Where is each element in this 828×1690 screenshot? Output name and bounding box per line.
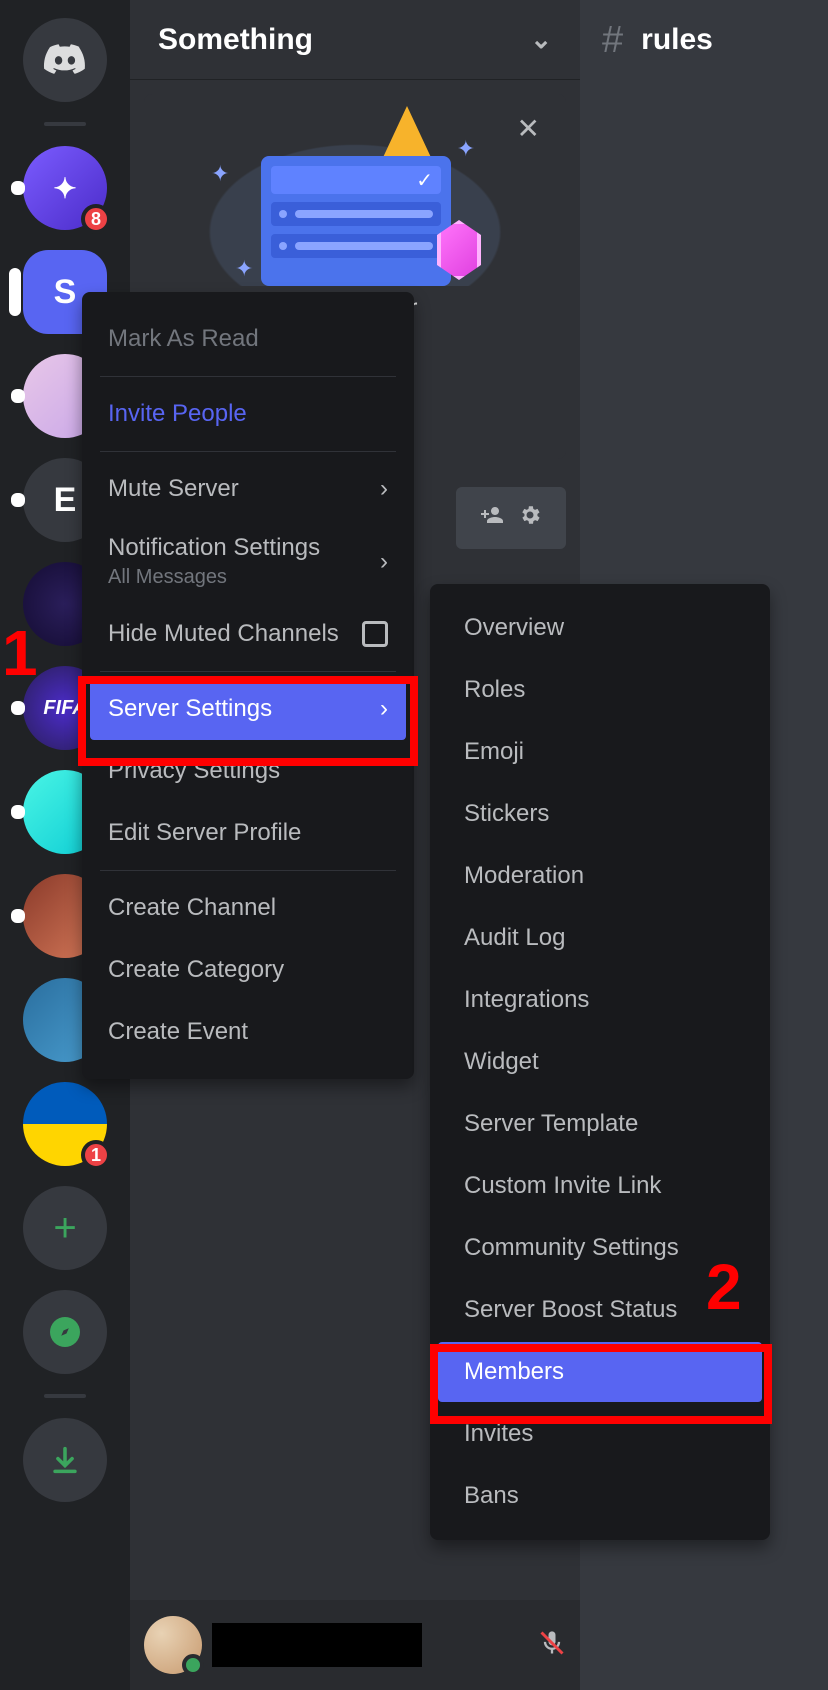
menu-server-settings[interactable]: Server Settings › bbox=[90, 678, 406, 740]
unread-pill bbox=[11, 909, 25, 923]
submenu-custom-invite-link[interactable]: Custom Invite Link bbox=[438, 1156, 762, 1216]
gear-icon[interactable] bbox=[518, 503, 542, 534]
add-server-button[interactable]: + bbox=[23, 1186, 107, 1270]
compass-icon bbox=[47, 1314, 83, 1350]
menu-create-category[interactable]: Create Category bbox=[90, 939, 406, 1001]
menu-label: Server Settings bbox=[108, 695, 272, 723]
submenu-server-template[interactable]: Server Template bbox=[438, 1094, 762, 1154]
unread-pill bbox=[11, 181, 25, 195]
submenu-widget[interactable]: Widget bbox=[438, 1032, 762, 1092]
menu-edit-server-profile[interactable]: Edit Server Profile bbox=[90, 802, 406, 864]
chevron-right-icon: › bbox=[380, 475, 388, 503]
annotation-label-2: 2 bbox=[706, 1250, 742, 1324]
menu-privacy-settings[interactable]: Privacy Settings bbox=[90, 740, 406, 802]
user-avatar[interactable] bbox=[144, 1616, 202, 1674]
unread-pill bbox=[11, 493, 25, 507]
chevron-right-icon: › bbox=[380, 548, 388, 576]
explore-servers-button[interactable] bbox=[23, 1290, 107, 1374]
server-icon[interactable]: ✦ 8 bbox=[23, 146, 107, 230]
server-initial: E bbox=[54, 481, 77, 520]
submenu-bans[interactable]: Bans bbox=[438, 1466, 762, 1526]
submenu-emoji[interactable]: Emoji bbox=[438, 722, 762, 782]
dm-home-icon[interactable] bbox=[23, 18, 107, 102]
chevron-right-icon: › bbox=[380, 695, 388, 723]
rail-divider bbox=[44, 1394, 86, 1398]
download-apps-button[interactable] bbox=[23, 1418, 107, 1502]
server-initial: S bbox=[54, 273, 77, 312]
menu-mute-server[interactable]: Mute Server › bbox=[90, 458, 406, 520]
server-initial: FIFA bbox=[43, 697, 86, 720]
menu-notification-settings[interactable]: Notification Settings All Messages › bbox=[90, 520, 406, 603]
server-icon[interactable]: 1 bbox=[23, 1082, 107, 1166]
menu-invite-people[interactable]: Invite People bbox=[90, 383, 406, 445]
channel-name: rules bbox=[641, 23, 713, 57]
server-settings-submenu: Overview Roles Emoji Stickers Moderation… bbox=[430, 584, 770, 1540]
submenu-members[interactable]: Members bbox=[438, 1342, 762, 1402]
boost-illustration: ✓ ✦ ✦ ✦ bbox=[205, 106, 505, 286]
user-panel bbox=[130, 1600, 580, 1690]
mention-badge: 1 bbox=[81, 1140, 111, 1170]
submenu-stickers[interactable]: Stickers bbox=[438, 784, 762, 844]
submenu-moderation[interactable]: Moderation bbox=[438, 846, 762, 906]
close-icon[interactable]: ✕ bbox=[517, 112, 540, 145]
mention-badge: 8 bbox=[81, 204, 111, 234]
menu-sublabel: All Messages bbox=[108, 566, 320, 589]
unread-pill bbox=[11, 389, 25, 403]
submenu-roles[interactable]: Roles bbox=[438, 660, 762, 720]
selected-pill bbox=[9, 268, 21, 316]
add-member-icon[interactable] bbox=[480, 503, 504, 534]
menu-separator bbox=[100, 870, 396, 871]
redacted-username bbox=[212, 1623, 422, 1667]
checkbox-icon bbox=[362, 621, 388, 647]
submenu-invites[interactable]: Invites bbox=[438, 1404, 762, 1464]
submenu-audit-log[interactable]: Audit Log bbox=[438, 908, 762, 968]
menu-hide-muted[interactable]: Hide Muted Channels bbox=[90, 603, 406, 665]
channel-actions bbox=[456, 487, 566, 549]
unread-pill bbox=[11, 701, 25, 715]
status-online-icon bbox=[182, 1654, 204, 1676]
menu-create-channel[interactable]: Create Channel bbox=[90, 877, 406, 939]
server-header[interactable]: Something ⌄ bbox=[130, 0, 580, 80]
submenu-overview[interactable]: Overview bbox=[438, 598, 762, 658]
menu-label: Notification Settings bbox=[108, 534, 320, 562]
rail-divider bbox=[44, 122, 86, 126]
mic-muted-icon[interactable] bbox=[538, 1629, 566, 1662]
discord-logo-icon bbox=[43, 43, 87, 77]
menu-label: Hide Muted Channels bbox=[108, 620, 339, 648]
submenu-integrations[interactable]: Integrations bbox=[438, 970, 762, 1030]
menu-label: Mute Server bbox=[108, 475, 239, 503]
hash-icon: # bbox=[602, 19, 623, 62]
annotation-label-1: 1 bbox=[2, 616, 38, 690]
menu-mark-as-read[interactable]: Mark As Read bbox=[90, 308, 406, 370]
channel-header: # rules bbox=[580, 0, 828, 80]
menu-create-event[interactable]: Create Event bbox=[90, 1001, 406, 1063]
menu-separator bbox=[100, 671, 396, 672]
download-icon bbox=[48, 1443, 82, 1477]
chevron-down-icon: ⌄ bbox=[530, 24, 552, 55]
unread-pill bbox=[11, 805, 25, 819]
menu-separator bbox=[100, 376, 396, 377]
server-name: Something bbox=[158, 23, 313, 57]
menu-separator bbox=[100, 451, 396, 452]
server-context-menu: Mark As Read Invite People Mute Server ›… bbox=[82, 292, 414, 1079]
